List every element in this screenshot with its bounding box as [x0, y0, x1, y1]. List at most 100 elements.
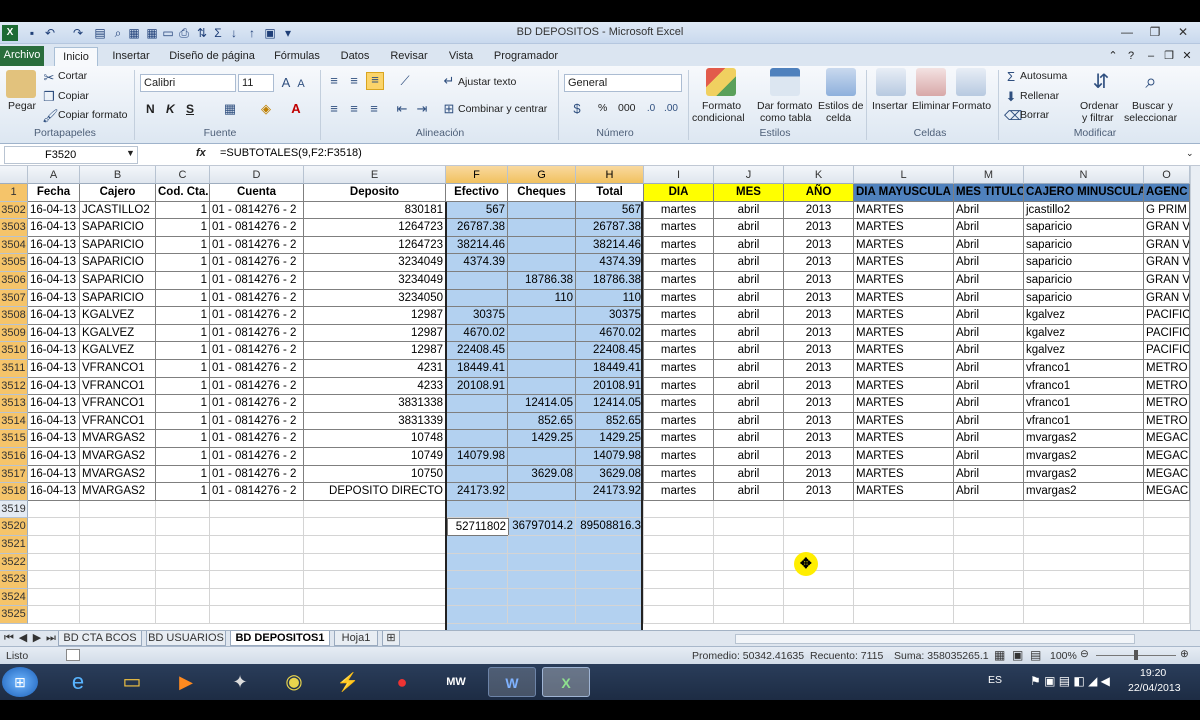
table-cell[interactable]: MVARGAS2	[80, 430, 156, 448]
empty-cell[interactable]	[784, 606, 854, 624]
table-cell[interactable]: abril	[714, 289, 784, 308]
table-cell[interactable]: 38214.46	[446, 236, 508, 255]
align-middle-icon[interactable]: ≡	[346, 74, 362, 88]
table-cell[interactable]: saparicio	[1024, 219, 1144, 237]
table-cell[interactable]: 1	[156, 307, 210, 325]
empty-cell[interactable]	[156, 536, 210, 554]
row-header[interactable]: 1	[0, 184, 28, 202]
table-cell[interactable]: MARTES	[854, 483, 954, 501]
tab-insertar[interactable]: Insertar	[106, 47, 156, 66]
table-cell[interactable]: 12987	[304, 324, 446, 343]
format-as-table-icon[interactable]	[770, 68, 800, 96]
empty-cell[interactable]	[576, 553, 644, 572]
table-cell[interactable]: 1	[156, 448, 210, 466]
table-cell[interactable]: 38214.46	[576, 236, 644, 255]
empty-cell[interactable]	[508, 553, 576, 572]
table-cell[interactable]: 3234050	[304, 289, 446, 308]
nfs-most-wanted-icon[interactable]: MW	[434, 667, 478, 697]
table-cell[interactable]: Abril	[954, 465, 1024, 484]
row-header[interactable]: 3519	[0, 500, 28, 519]
align-top-icon[interactable]: ≡	[326, 74, 342, 88]
empty-cell[interactable]	[644, 500, 714, 519]
table-cell[interactable]: 2013	[784, 448, 854, 466]
thousands-button[interactable]: 000	[618, 102, 636, 114]
table-cell[interactable]: 2013	[784, 201, 854, 220]
table-cell[interactable]: 16-04-13	[28, 395, 80, 413]
column-header-c[interactable]: C	[156, 166, 210, 184]
empty-cell[interactable]	[954, 536, 1024, 554]
header-cell[interactable]: DIA	[644, 184, 714, 202]
windows-start-icon[interactable]: ⊞	[2, 667, 38, 697]
header-cell[interactable]: Efectivo	[446, 184, 508, 202]
increase-indent-icon[interactable]: ⇥	[414, 102, 430, 116]
table-cell[interactable]: 14079.98	[446, 448, 508, 466]
column-header-l[interactable]: L	[854, 166, 954, 184]
name-box[interactable]: F3520	[4, 146, 138, 164]
table-cell[interactable]: GRAN V	[1144, 236, 1190, 255]
empty-cell[interactable]	[210, 553, 304, 572]
empty-cell[interactable]	[1144, 553, 1190, 572]
empty-cell[interactable]	[714, 553, 784, 572]
table-cell[interactable]: Abril	[954, 430, 1024, 448]
table-cell[interactable]: vfranco1	[1024, 395, 1144, 413]
empty-cell[interactable]	[644, 536, 714, 554]
empty-cell[interactable]	[210, 518, 304, 536]
table-cell[interactable]: KGALVEZ	[80, 342, 156, 360]
table-cell[interactable]: 16-04-13	[28, 412, 80, 431]
table-cell[interactable]: 16-04-13	[28, 272, 80, 290]
worksheet-grid[interactable]: A B C D E F G H I J K L M N O 1 Fecha Cajero Cod. Cta. Cuen…	[0, 166, 1190, 630]
first-sheet-icon[interactable]: ⏮	[2, 631, 16, 646]
table-cell[interactable]	[508, 201, 576, 220]
empty-cell[interactable]	[156, 553, 210, 572]
table-cell[interactable]: abril	[714, 342, 784, 360]
empty-cell[interactable]	[1024, 553, 1144, 572]
table-cell[interactable]: martes	[644, 307, 714, 325]
empty-cell[interactable]	[304, 553, 446, 572]
table-cell[interactable]: kgalvez	[1024, 342, 1144, 360]
row-header[interactable]: 3525	[0, 606, 28, 624]
conditional-format-icon[interactable]	[706, 68, 736, 96]
table-cell[interactable]: 01 - 0814276 - 2	[210, 307, 304, 325]
table-cell[interactable]: 26787.38	[446, 219, 508, 237]
table-cell[interactable]: 2013	[784, 412, 854, 431]
column-header-i[interactable]: I	[644, 166, 714, 184]
empty-cell[interactable]	[156, 588, 210, 607]
cell-styles-button[interactable]: Estilos de	[818, 100, 864, 112]
empty-cell[interactable]	[954, 500, 1024, 519]
autosum-button[interactable]: Autosuma	[1020, 70, 1067, 82]
table-cell[interactable]: 30375	[576, 307, 644, 325]
empty-cell[interactable]	[784, 500, 854, 519]
table-cell[interactable]: martes	[644, 324, 714, 343]
chrome-icon[interactable]: ◉	[272, 667, 316, 697]
table-cell[interactable]: 2013	[784, 342, 854, 360]
empty-cell[interactable]	[210, 606, 304, 624]
table-cell[interactable]: 2013	[784, 289, 854, 308]
table-cell[interactable]: 01 - 0814276 - 2	[210, 448, 304, 466]
table-cell[interactable]: 3831339	[304, 412, 446, 431]
table-cell[interactable]: JCASTILLO2	[80, 201, 156, 220]
table-cell[interactable]: 1	[156, 360, 210, 378]
formula-input[interactable]: =SUBTOTALES(9,F2:F3518)	[220, 147, 362, 159]
table-cell[interactable]: GRAN V	[1144, 219, 1190, 237]
table-cell[interactable]: 852.65	[508, 412, 576, 431]
header-cell[interactable]: MES	[714, 184, 784, 202]
empty-cell[interactable]	[854, 571, 954, 589]
table-cell[interactable]: 2013	[784, 272, 854, 290]
empty-cell[interactable]	[1144, 571, 1190, 589]
paste-button[interactable]: Pegar	[8, 100, 36, 112]
row-header[interactable]: 3513	[0, 395, 28, 413]
empty-cell[interactable]	[714, 536, 784, 554]
table-cell[interactable]: saparicio	[1024, 254, 1144, 272]
table-cell[interactable]	[446, 289, 508, 308]
cut-button[interactable]: Cortar	[58, 70, 87, 82]
empty-cell[interactable]	[80, 588, 156, 607]
clear-button[interactable]: Borrar	[1020, 109, 1049, 121]
table-cell[interactable]: 01 - 0814276 - 2	[210, 430, 304, 448]
currency-icon[interactable]: $	[568, 102, 586, 116]
table-cell[interactable]: 24173.92	[446, 483, 508, 501]
empty-cell[interactable]	[28, 536, 80, 554]
table-cell[interactable]	[446, 412, 508, 431]
table-cell[interactable]	[508, 254, 576, 272]
table-cell[interactable]: METRO	[1144, 395, 1190, 413]
empty-cell[interactable]	[156, 500, 210, 519]
